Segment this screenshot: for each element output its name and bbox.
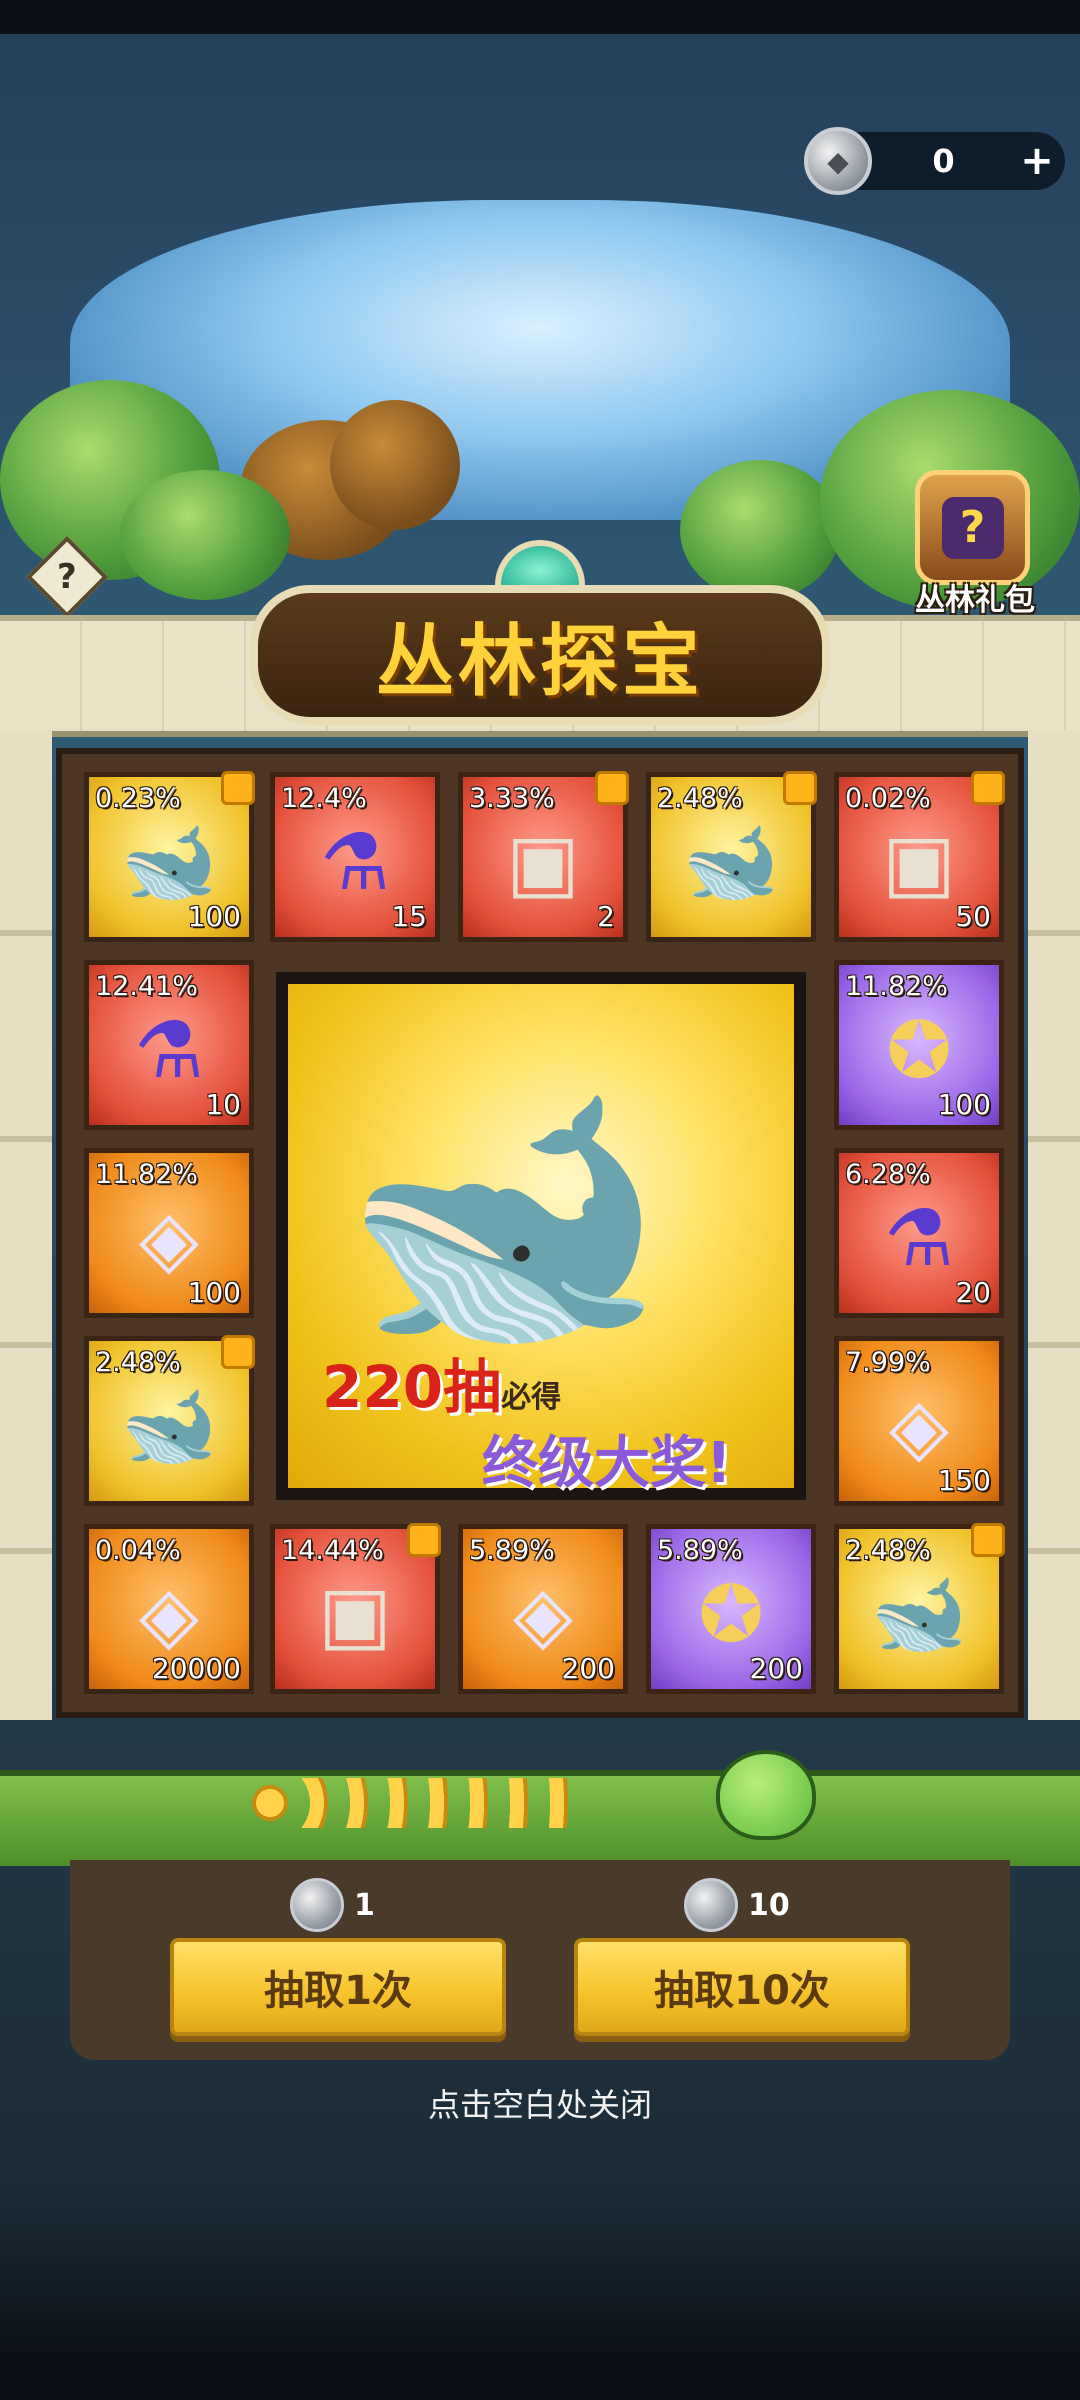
prize-cell: ◈ 5.89% 200 — [458, 1524, 628, 1694]
stone-pillar-left — [0, 730, 52, 1720]
prize-quantity: 100 — [187, 900, 241, 933]
prize-probability: 5.89% — [657, 1535, 743, 1566]
prize-cell: ▣ 3.33% 2 — [458, 771, 629, 942]
bush-decoration — [680, 460, 840, 600]
puzzle-piece-icon — [221, 771, 255, 805]
potion-icon: ⚗ — [134, 1006, 204, 1097]
prize-cell: ⚗ 12.4% 15 — [270, 772, 440, 942]
potion-icon: ⚗ — [320, 818, 390, 909]
gem-icon: ◈ — [513, 1570, 573, 1661]
prize-probability: 6.28% — [845, 1159, 931, 1190]
prize-cell: ▣ 14.44% — [270, 1523, 441, 1694]
chest-icon: ▣ — [882, 818, 956, 909]
prize-cell: ◈ 11.82% 100 — [84, 1148, 254, 1318]
prize-probability: 11.82% — [95, 1159, 198, 1190]
gem-icon: ◈ — [139, 1194, 199, 1285]
narwhal-icon: 🐋 — [870, 1570, 968, 1661]
prize-probability: 0.04% — [95, 1535, 181, 1566]
prize-cell: 🐋 2.48% — [84, 1335, 255, 1506]
prize-quantity: 15 — [391, 900, 427, 933]
prize-cell: ✪ 5.89% 200 — [646, 1524, 816, 1694]
jackpot-suffix: 必得 — [501, 1380, 562, 1415]
draw-ten-button[interactable]: 抽取10次 — [574, 1938, 910, 2036]
puzzle-piece-icon — [221, 1335, 255, 1369]
medal-icon: ✪ — [698, 1570, 764, 1661]
bush-decoration — [120, 470, 290, 600]
potion-icon: ⚗ — [884, 1194, 954, 1285]
prize-cell: ⚗ 6.28% 20 — [834, 1148, 1004, 1318]
prize-quantity: 200 — [749, 1652, 803, 1685]
plus-icon[interactable]: + — [1015, 138, 1059, 184]
prize-probability: 2.48% — [657, 783, 743, 814]
chest-icon: ▣ — [506, 818, 580, 909]
prize-probability: 0.02% — [845, 783, 931, 814]
prize-cell: ✪ 11.82% 100 — [834, 960, 1004, 1130]
draw-ten-cost-value: 10 — [748, 1887, 790, 1923]
narwhal-jackpot-icon: 🐋 — [342, 1067, 666, 1369]
draw-one-cost: 1 — [290, 1878, 375, 1932]
medal-icon: ✪ — [886, 1006, 952, 1097]
prize-quantity: 20000 — [151, 1652, 241, 1685]
prize-probability: 5.89% — [469, 1535, 555, 1566]
prize-quantity: 100 — [937, 1088, 991, 1121]
prize-quantity: 20 — [955, 1276, 991, 1309]
gold-coins-decoration — [250, 1778, 580, 1828]
prize-probability: 12.41% — [95, 971, 198, 1002]
draw-one-button[interactable]: 抽取1次 — [170, 1938, 506, 2036]
prize-cell: ◈ 7.99% 150 — [834, 1336, 1004, 1506]
prize-cell: 🐋 2.48% — [834, 1523, 1005, 1694]
prize-quantity: 10 — [205, 1088, 241, 1121]
prize-quantity: 100 — [187, 1276, 241, 1309]
prize-probability: 7.99% — [845, 1347, 931, 1378]
puzzle-piece-icon — [783, 771, 817, 805]
prize-probability: 0.23% — [95, 783, 181, 814]
jackpot-prize: 终级大奖! — [482, 1431, 732, 1496]
prize-quantity: 2 — [597, 900, 615, 933]
page-title: 丛林探宝 — [375, 617, 704, 707]
bush-decoration — [330, 400, 460, 530]
stone-pillar-right — [1028, 730, 1080, 1720]
narwhal-icon: 🐋 — [682, 818, 780, 909]
jungle-gift-pack-label[interactable]: 丛林礼包 — [895, 575, 1055, 619]
currency-bar: ◆ 0 + — [804, 127, 1065, 195]
jackpot-guarantee: 220抽必得 — [322, 1340, 561, 1424]
prize-cell: ⚗ 12.41% 10 — [84, 960, 254, 1130]
draw-one-cost-value: 1 — [354, 1887, 375, 1923]
puzzle-piece-icon — [595, 771, 629, 805]
prize-cell: ▣ 0.02% 50 — [834, 771, 1005, 942]
narwhal-icon: 🐋 — [120, 818, 218, 909]
prize-cell: 🐋 2.48% — [646, 771, 817, 942]
prize-quantity: 150 — [937, 1464, 991, 1497]
jungle-gift-pack-icon[interactable]: ? — [915, 470, 1030, 585]
puzzle-piece-icon — [971, 771, 1005, 805]
coin-icon: ◆ — [804, 127, 872, 195]
coin-icon — [290, 1878, 344, 1932]
coin-icon — [684, 1878, 738, 1932]
sprout-mascot-icon — [716, 1750, 816, 1840]
prize-probability: 11.82% — [845, 971, 948, 1002]
puzzle-piece-icon — [971, 1523, 1005, 1557]
prize-cell: ◈ 0.04% 20000 — [84, 1524, 254, 1694]
prize-probability: 12.4% — [281, 783, 367, 814]
gem-icon: ◈ — [139, 1570, 199, 1661]
prize-probability: 2.48% — [845, 1535, 931, 1566]
title-plaque: 丛林探宝 — [250, 585, 830, 725]
prize-probability: 14.44% — [281, 1535, 384, 1566]
prize-cell: 🐋 0.23% 100 — [84, 771, 255, 942]
prize-probability: 2.48% — [95, 1347, 181, 1378]
close-hint[interactable]: 点击空白处关闭 — [0, 2080, 1080, 2126]
prize-quantity: 50 — [955, 900, 991, 933]
prize-quantity: 200 — [561, 1652, 615, 1685]
prize-probability: 3.33% — [469, 783, 555, 814]
gem-icon: ◈ — [889, 1382, 949, 1473]
currency-amount: 0 — [932, 142, 955, 180]
jackpot-count: 220抽 — [322, 1353, 502, 1421]
jackpot-card: 🐋 220抽必得 终级大奖! — [276, 972, 806, 1500]
draw-ten-cost: 10 — [684, 1878, 790, 1932]
puzzle-piece-icon — [407, 1523, 441, 1557]
narwhal-icon: 🐋 — [120, 1382, 218, 1473]
chest-icon: ▣ — [318, 1570, 392, 1661]
